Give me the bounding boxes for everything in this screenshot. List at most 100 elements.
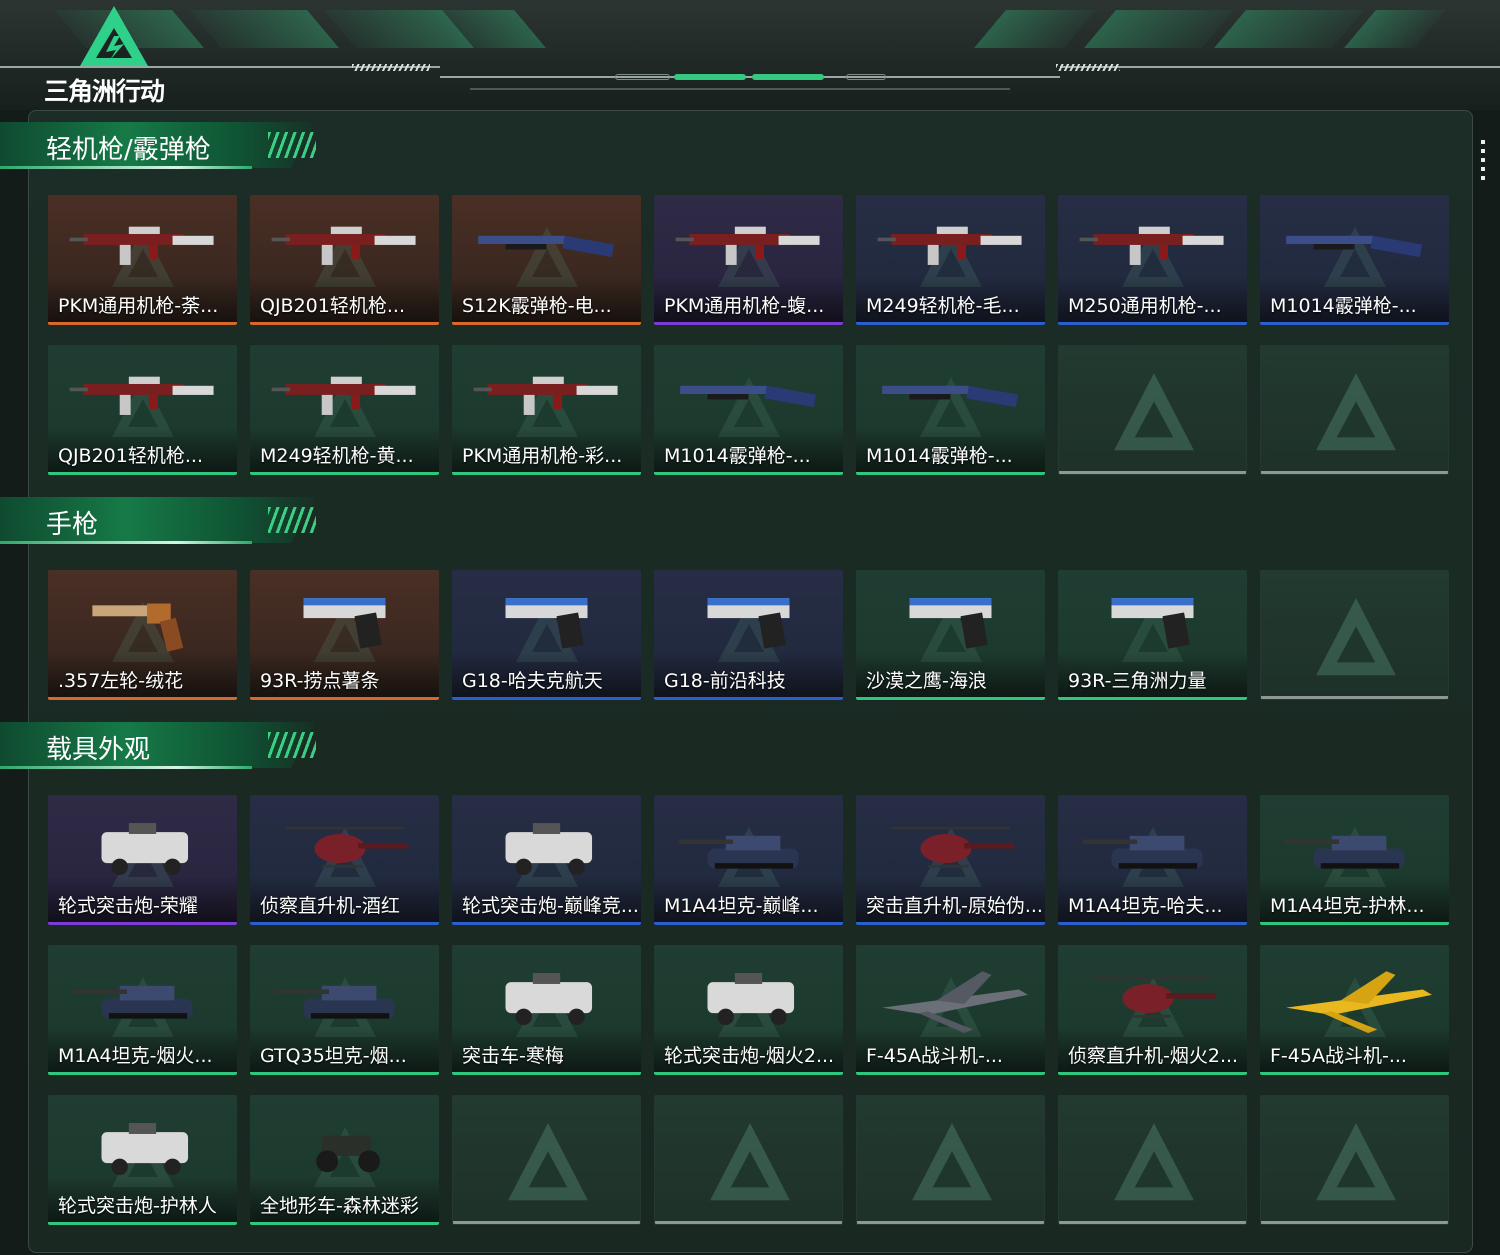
rarity-bar (250, 472, 439, 475)
shotgun-icon (882, 385, 1019, 408)
item-card[interactable]: PKM通用机枪-蝮... (654, 195, 843, 325)
item-name: 93R-捞点薯条 (260, 670, 380, 692)
section-header-pistols: 手枪 (0, 497, 340, 549)
item-card[interactable]: 全地形车-森林迷彩 (250, 1095, 439, 1225)
item-name: F-45A战斗机-... (1270, 1045, 1407, 1067)
empty-slot (654, 1095, 843, 1225)
section-title: 载具外观 (46, 735, 151, 765)
empty-slot (1058, 345, 1247, 475)
rarity-bar (1058, 1072, 1247, 1075)
rarity-bar (1261, 471, 1448, 474)
banner-stripe (974, 10, 1096, 48)
item-card[interactable]: M249轻机枪-黄... (250, 345, 439, 475)
rarity-bar (452, 472, 641, 475)
item-card[interactable]: G18-哈夫克航天 (452, 570, 641, 700)
item-card[interactable]: M250通用机枪-... (1058, 195, 1247, 325)
empty-slot (1260, 570, 1449, 700)
tank-icon (1284, 835, 1405, 869)
item-card[interactable]: 轮式突击炮-巅峰竞... (452, 795, 641, 925)
rarity-bar (48, 1222, 237, 1225)
delta-watermark-icon (1316, 373, 1396, 451)
item-card[interactable]: M1A4坦克-烟火... (48, 945, 237, 1075)
item-name: M1A4坦克-巅峰... (664, 895, 819, 917)
pistol-icon (909, 598, 992, 649)
item-card[interactable]: M1014霰弹枪-... (654, 345, 843, 475)
rarity-bar (48, 922, 237, 925)
rarity-bar (250, 322, 439, 325)
item-card[interactable]: 侦察直升机-烟火2... (1058, 945, 1247, 1075)
banner-stripe (1344, 10, 1446, 48)
item-card[interactable]: 突击车-寒梅 (452, 945, 641, 1075)
item-name: GTQ35坦克-烟... (260, 1045, 407, 1067)
armored-car-icon (505, 973, 593, 1025)
section-title: 手枪 (46, 510, 99, 540)
delta-watermark-icon (1114, 1123, 1194, 1201)
rarity-bar (250, 697, 439, 700)
item-name: M1A4坦克-烟火... (58, 1045, 213, 1067)
banner-line (1060, 66, 1500, 68)
delta-watermark-icon (508, 1123, 588, 1201)
machine-gun-icon (69, 376, 214, 415)
item-card[interactable]: PKM通用机枪-荼... (48, 195, 237, 325)
delta-watermark-icon (1114, 373, 1194, 451)
delta-watermark-icon (1316, 598, 1396, 676)
item-card[interactable]: M1A4坦克-哈夫... (1058, 795, 1247, 925)
item-card[interactable]: M1014霰弹枪-... (856, 345, 1045, 475)
item-card[interactable]: 轮式突击炮-护林人 (48, 1095, 237, 1225)
banner-stripe (1084, 10, 1234, 48)
rarity-bar (655, 1221, 842, 1224)
rarity-bar (654, 697, 843, 700)
item-card[interactable]: 93R-捞点薯条 (250, 570, 439, 700)
item-name: 93R-三角洲力量 (1068, 670, 1207, 692)
pistol-icon (707, 598, 790, 649)
item-card[interactable]: QJB201轻机枪... (48, 345, 237, 475)
item-card[interactable]: 沙漠之鹰-海浪 (856, 570, 1045, 700)
rarity-bar (1058, 697, 1247, 700)
shotgun-icon (680, 385, 817, 408)
armored-car-icon (101, 1123, 189, 1175)
rarity-bar (654, 922, 843, 925)
item-name: 轮式突击炮-护林人 (58, 1195, 217, 1217)
item-grid-vehicles: 轮式突击炮-荣耀 侦察直升机-酒红 轮式突击炮-巅峰竞... M1A4坦克-巅峰...… (48, 795, 1450, 1245)
rarity-bar (856, 472, 1045, 475)
rarity-bar (452, 922, 641, 925)
item-card[interactable]: PKM通用机枪-彩... (452, 345, 641, 475)
item-name: 轮式突击炮-荣耀 (58, 895, 198, 917)
section-title: 轻机枪/霰弹枪 (46, 135, 211, 165)
item-card[interactable]: 侦察直升机-酒红 (250, 795, 439, 925)
item-card[interactable]: 93R-三角洲力量 (1058, 570, 1247, 700)
item-card[interactable]: QJB201轻机枪... (250, 195, 439, 325)
item-name: PKM通用机枪-彩... (462, 445, 623, 467)
delta-watermark-icon (1316, 1123, 1396, 1201)
item-card[interactable]: F-45A战斗机-... (856, 945, 1045, 1075)
rarity-bar (250, 922, 439, 925)
item-name: G18-前沿科技 (664, 670, 786, 692)
empty-slot (452, 1095, 641, 1225)
item-card[interactable]: G18-前沿科技 (654, 570, 843, 700)
banner-pill (752, 74, 824, 80)
item-card[interactable]: M249轻机枪-毛... (856, 195, 1045, 325)
item-card[interactable]: .357左轮-绒花 (48, 570, 237, 700)
item-card[interactable]: 轮式突击炮-烟火2... (654, 945, 843, 1075)
rarity-bar (856, 1072, 1045, 1075)
item-card[interactable]: M1014霰弹枪-... (1260, 195, 1449, 325)
item-name: 侦察直升机-酒红 (260, 895, 400, 917)
armored-car-icon (707, 973, 795, 1025)
scrollbar[interactable] (1481, 140, 1485, 180)
item-card[interactable]: S12K霰弹枪-电... (452, 195, 641, 325)
item-card[interactable]: M1A4坦克-护林... (1260, 795, 1449, 925)
item-card[interactable]: 轮式突击炮-荣耀 (48, 795, 237, 925)
item-name: QJB201轻机枪... (58, 445, 203, 467)
item-card[interactable]: GTQ35坦克-烟... (250, 945, 439, 1075)
helicopter-icon (285, 826, 409, 868)
item-name: 突击车-寒梅 (462, 1045, 564, 1067)
item-name: 侦察直升机-烟火2... (1068, 1045, 1239, 1067)
item-card[interactable]: F-45A战斗机-... (1260, 945, 1449, 1075)
item-card[interactable]: 突击直升机-原始伪... (856, 795, 1045, 925)
rarity-bar (1261, 1221, 1448, 1224)
item-card[interactable]: M1A4坦克-巅峰... (654, 795, 843, 925)
item-name: M1014霰弹枪-... (866, 445, 1013, 467)
machine-gun-icon (271, 376, 416, 415)
item-name: M249轻机枪-黄... (260, 445, 414, 467)
jet-icon (1286, 971, 1432, 1034)
